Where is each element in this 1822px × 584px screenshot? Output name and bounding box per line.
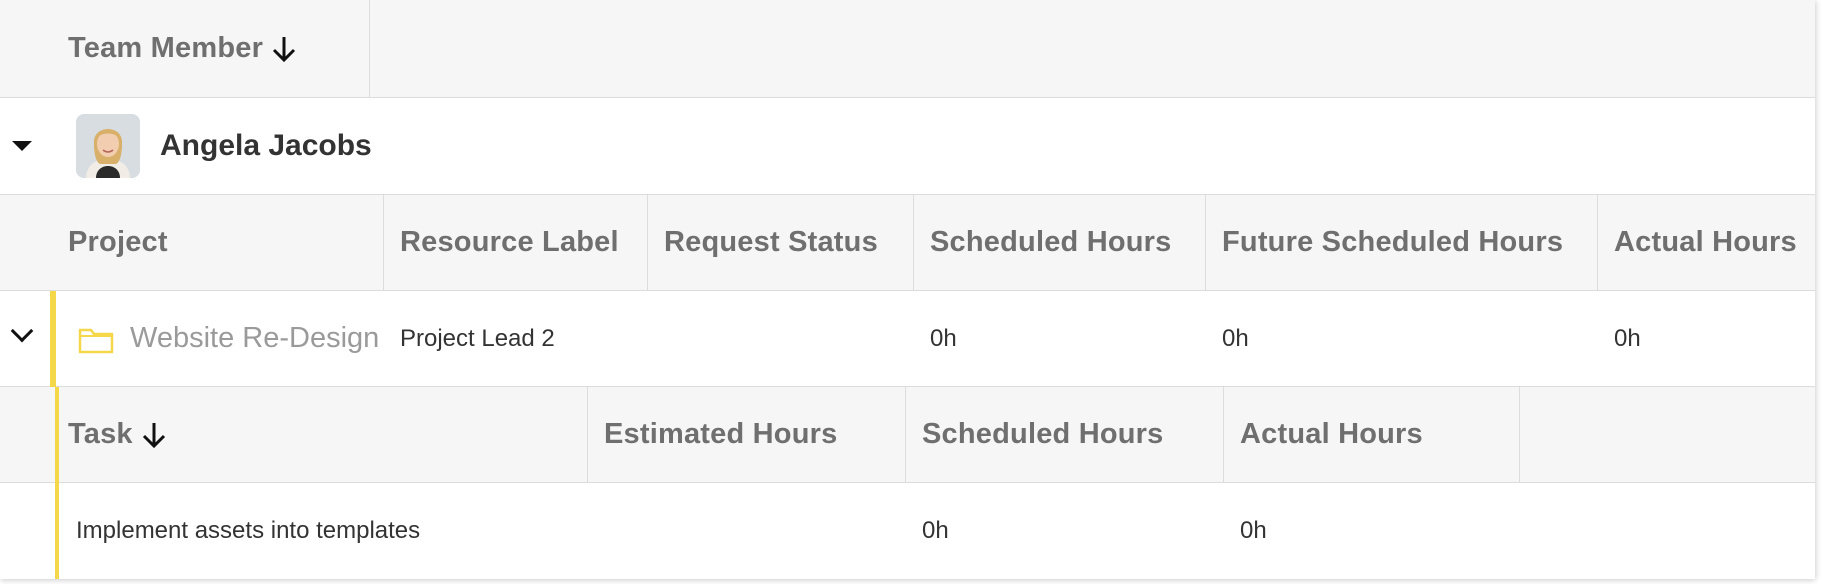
- project-header-row: Project Resource Label Request Status Sc…: [0, 195, 1815, 291]
- resource-label-column-header[interactable]: Resource Label: [384, 195, 648, 290]
- task-scheduled-hours-value: 0h: [922, 517, 949, 544]
- scheduled-hours-cell: 0h: [914, 291, 1206, 386]
- task-actual-hours-value: 0h: [1240, 517, 1267, 544]
- actual-hours-header-label: Actual Hours: [1614, 226, 1797, 258]
- task-row[interactable]: Implement assets into templates 0h 0h: [0, 483, 1815, 579]
- arrow-down-icon[interactable]: [139, 420, 169, 450]
- team-member-column-header[interactable]: Team Member: [0, 0, 370, 97]
- team-member-header-row: Team Member: [0, 0, 1815, 98]
- scheduled-hours-column-header[interactable]: Scheduled Hours: [914, 195, 1206, 290]
- estimated-hours-cell: [588, 483, 906, 579]
- task-header-label: Task: [68, 418, 133, 450]
- folder-icon: [78, 328, 114, 353]
- task-name-cell[interactable]: Implement assets into templates: [59, 483, 588, 579]
- resource-label-cell: Project Lead 2: [384, 291, 648, 386]
- task-actual-hours-cell: 0h: [1224, 483, 1520, 579]
- person-row[interactable]: Angela Jacobs: [0, 98, 1815, 195]
- future-scheduled-hours-value: 0h: [1222, 324, 1249, 352]
- avatar: [76, 114, 140, 178]
- team-member-header-label: Team Member: [68, 32, 264, 64]
- project-name[interactable]: Website Re-Design: [130, 322, 379, 355]
- task-actual-hours-column-header[interactable]: Actual Hours: [1224, 387, 1520, 482]
- task-color-bar: [55, 387, 59, 579]
- chevron-down-icon[interactable]: [10, 319, 34, 343]
- project-row[interactable]: Website Re-Design Project Lead 2 0h 0h 0…: [0, 291, 1815, 387]
- future-scheduled-hours-cell: 0h: [1206, 291, 1598, 386]
- task-column-header[interactable]: Task: [59, 387, 588, 482]
- estimated-hours-column-header[interactable]: Estimated Hours: [588, 387, 906, 482]
- task-actual-hours-header-label: Actual Hours: [1240, 418, 1423, 450]
- person-name[interactable]: Angela Jacobs: [160, 98, 372, 194]
- scheduled-hours-value: 0h: [930, 324, 957, 352]
- project-header-label: Project: [68, 226, 168, 258]
- request-status-cell: [648, 291, 914, 386]
- future-scheduled-hours-header-label: Future Scheduled Hours: [1222, 226, 1564, 258]
- resource-label-header-label: Resource Label: [400, 226, 619, 258]
- caret-down-icon[interactable]: [12, 141, 32, 151]
- project-color-bar: [50, 291, 56, 387]
- actual-hours-column-header[interactable]: Actual Hours: [1598, 195, 1815, 290]
- actual-hours-cell: 0h: [1598, 291, 1815, 386]
- task-scheduled-hours-column-header[interactable]: Scheduled Hours: [906, 387, 1224, 482]
- task-header-row: Task Estimated Hours Scheduled Hours Act…: [0, 387, 1815, 483]
- request-status-column-header[interactable]: Request Status: [648, 195, 914, 290]
- task-scheduled-hours-cell: 0h: [906, 483, 1224, 579]
- resource-label-value: Project Lead 2: [400, 324, 555, 352]
- resource-grid: Team Member Angela Jacobs Project Resour…: [0, 0, 1815, 579]
- future-scheduled-hours-column-header[interactable]: Future Scheduled Hours: [1206, 195, 1598, 290]
- task-name[interactable]: Implement assets into templates: [76, 517, 420, 545]
- scheduled-hours-header-label: Scheduled Hours: [930, 226, 1172, 258]
- project-column-header[interactable]: Project: [0, 195, 384, 290]
- task-scheduled-hours-header-label: Scheduled Hours: [922, 418, 1164, 450]
- request-status-header-label: Request Status: [664, 226, 878, 258]
- estimated-hours-header-label: Estimated Hours: [604, 418, 838, 450]
- actual-hours-value: 0h: [1614, 324, 1641, 352]
- arrow-down-icon[interactable]: [269, 34, 299, 64]
- project-cell[interactable]: Website Re-Design: [62, 291, 384, 386]
